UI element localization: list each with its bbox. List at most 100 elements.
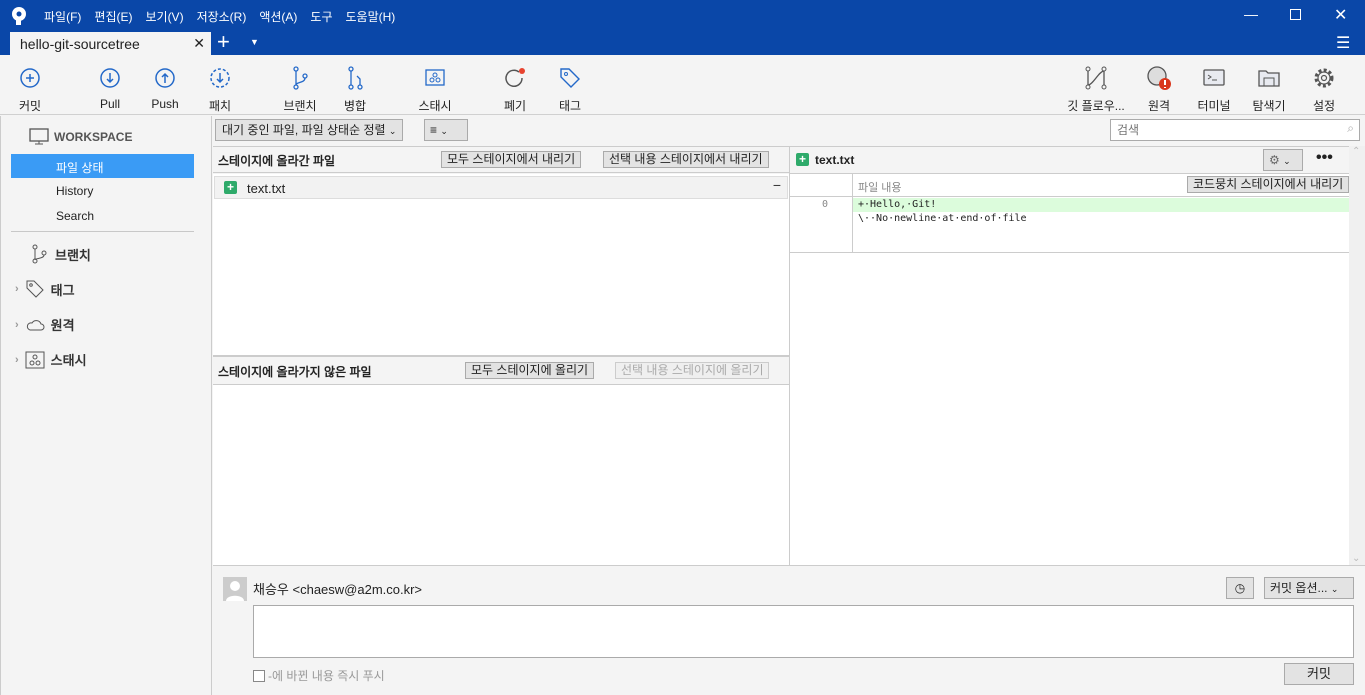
staged-file-list: + text.txt −	[213, 174, 789, 356]
stage-selected-button[interactable]: 선택 내용 스테이지에 올리기	[615, 362, 770, 379]
merge-button[interactable]: 병합	[325, 65, 385, 114]
chevron-right-icon[interactable]: ›	[15, 283, 19, 295]
discard-button[interactable]: 폐기	[485, 65, 545, 114]
sidebar-item-history[interactable]: History	[11, 179, 194, 203]
label: 태그	[558, 99, 582, 113]
search-icon: ⌕	[1347, 121, 1354, 135]
commit-message-input[interactable]	[253, 605, 1354, 658]
repo-tab[interactable]: hello-git-sourcetree ✕	[10, 32, 211, 55]
pull-button[interactable]: Pull	[80, 65, 140, 111]
push-immediately-option[interactable]: -에 바뀐 내용 즉시 푸시	[253, 667, 385, 684]
unstage-file-icon[interactable]: −	[773, 177, 781, 193]
tab-dropdown-button[interactable]: ▼	[250, 37, 259, 47]
stage-all-button[interactable]: 모두 스테이지에 올리기	[465, 362, 595, 379]
menu-actions[interactable]: 액션(A)	[259, 8, 297, 25]
tag-icon	[26, 280, 44, 298]
plus-circle-icon	[20, 68, 40, 88]
file-row[interactable]: + text.txt −	[214, 176, 788, 199]
diff-options-dropdown[interactable]: ⚙ ⌄	[1263, 149, 1303, 171]
gear-icon: ⚙	[1269, 153, 1280, 167]
search-field[interactable]: ⌕	[1110, 119, 1360, 141]
new-tab-button[interactable]: +	[217, 29, 230, 55]
explorer-button[interactable]: 탐색기	[1239, 65, 1299, 114]
chevron-down-icon: ⌄	[388, 126, 397, 136]
arrow-down-circle-icon	[100, 68, 120, 88]
maximize-button[interactable]	[1290, 9, 1301, 20]
discard-icon	[505, 68, 525, 87]
view-mode-dropdown[interactable]: ≡ ⌄	[424, 119, 468, 141]
avatar	[223, 577, 247, 601]
git-flow-button[interactable]: 깃 플로우...	[1063, 65, 1129, 114]
line-number: 0	[822, 199, 829, 210]
chevron-right-icon[interactable]: ›	[15, 354, 19, 366]
unstage-hunk-button[interactable]: 코드뭉치 스테이지에서 내리기	[1187, 176, 1350, 193]
globe-icon	[1147, 66, 1171, 90]
chevron-down-icon: ⌄	[440, 126, 448, 136]
stash-icon	[25, 351, 45, 368]
label: 브랜치	[283, 99, 317, 113]
menu-help[interactable]: 도움말(H)	[346, 8, 396, 25]
chevron-down-icon: ⌄	[1283, 156, 1291, 166]
sort-dropdown[interactable]: 대기 중인 파일, 파일 상태순 정렬 ⌄	[215, 119, 404, 141]
push-label: -에 바뀐 내용 즉시 푸시	[268, 669, 385, 683]
menu-tools[interactable]: 도구	[310, 8, 332, 25]
branch-button[interactable]: 브랜치	[270, 65, 330, 114]
sidebar-group-tags[interactable]: › 태그	[15, 279, 75, 299]
chevron-right-icon[interactable]: ›	[15, 319, 19, 331]
commit-history-button[interactable]: ◷	[1226, 577, 1254, 599]
terminal-button[interactable]: 터미널	[1184, 65, 1244, 114]
stash-button[interactable]: 스태시	[405, 65, 465, 114]
divider	[11, 231, 194, 232]
menu-file[interactable]: 파일(F)	[44, 8, 81, 25]
title-bar: 파일(F) 편집(E) 보기(V) 저장소(R) 액션(A) 도구 도움말(H)…	[0, 0, 1365, 32]
unstage-all-button[interactable]: 모두 스테이지에서 내리기	[441, 151, 582, 168]
minimize-button[interactable]: —	[1244, 6, 1258, 22]
menu-repository[interactable]: 저장소(R)	[197, 8, 247, 25]
chevron-down-icon: ⌄	[1330, 584, 1339, 594]
label: 브랜치	[55, 247, 91, 263]
sidebar-group-branches[interactable]: 브랜치	[31, 244, 91, 264]
sidebar-item-file-status[interactable]: 파일 상태	[11, 154, 194, 178]
unstage-selected-button[interactable]: 선택 내용 스테이지에서 내리기	[603, 151, 769, 168]
remote-button[interactable]: 원격	[1129, 65, 1189, 114]
staged-title: 스테이지에 올라간 파일	[218, 154, 336, 168]
label: 패치	[208, 99, 232, 113]
sidebar-group-remotes[interactable]: › 원격	[15, 315, 75, 334]
hamburger-menu-icon[interactable]: ☰	[1336, 33, 1350, 53]
clock-icon: ◷	[1234, 581, 1246, 595]
list-icon: ≡	[430, 123, 438, 137]
cloud-icon	[26, 319, 45, 330]
commit-button[interactable]: 커밋	[1284, 663, 1354, 685]
close-tab-icon[interactable]: ✕	[193, 35, 205, 52]
gear-icon	[1314, 68, 1334, 88]
merge-icon	[348, 66, 363, 90]
repo-tab-label: hello-git-sourcetree	[20, 36, 140, 52]
hunk-header: 파일 내용 코드뭉치 스테이지에서 내리기	[790, 174, 1350, 252]
fetch-icon	[210, 68, 230, 88]
fetch-button[interactable]: 패치	[190, 65, 250, 114]
added-file-icon: +	[224, 181, 237, 194]
scroll-up-icon[interactable]: ⌃	[1352, 146, 1360, 157]
sidebar-group-stashes[interactable]: › 스태시	[15, 350, 87, 369]
more-options-icon[interactable]: •••	[1316, 149, 1333, 167]
push-checkbox[interactable]	[253, 669, 265, 682]
settings-button[interactable]: 설정	[1294, 65, 1354, 114]
branch-icon	[293, 66, 308, 90]
commit-author: 채승우 <chaesw@a2m.co.kr>	[253, 582, 423, 597]
label: 스태시	[418, 99, 452, 113]
unstaged-file-list	[213, 385, 789, 565]
menu-view[interactable]: 보기(V)	[145, 8, 183, 25]
search-input[interactable]	[1111, 120, 1331, 140]
tag-button[interactable]: 태그	[540, 65, 600, 114]
sidebar-item-search[interactable]: Search	[11, 204, 194, 228]
diff-scrollbar[interactable]: ⌃ ⌄	[1349, 146, 1365, 566]
close-window-button[interactable]: ✕	[1334, 5, 1347, 25]
menu-edit[interactable]: 편집(E)	[94, 8, 132, 25]
push-button[interactable]: Push	[135, 65, 195, 111]
menu-bar: 파일(F) 편집(E) 보기(V) 저장소(R) 액션(A) 도구 도움말(H)	[44, 8, 395, 25]
workspace-label: WORKSPACE	[54, 130, 133, 144]
label: 원격	[1147, 99, 1171, 113]
commit-toolbar-button[interactable]: 커밋	[0, 65, 60, 114]
commit-options-dropdown[interactable]: 커밋 옵션... ⌄	[1264, 577, 1354, 599]
scroll-down-icon[interactable]: ⌄	[1352, 553, 1360, 564]
